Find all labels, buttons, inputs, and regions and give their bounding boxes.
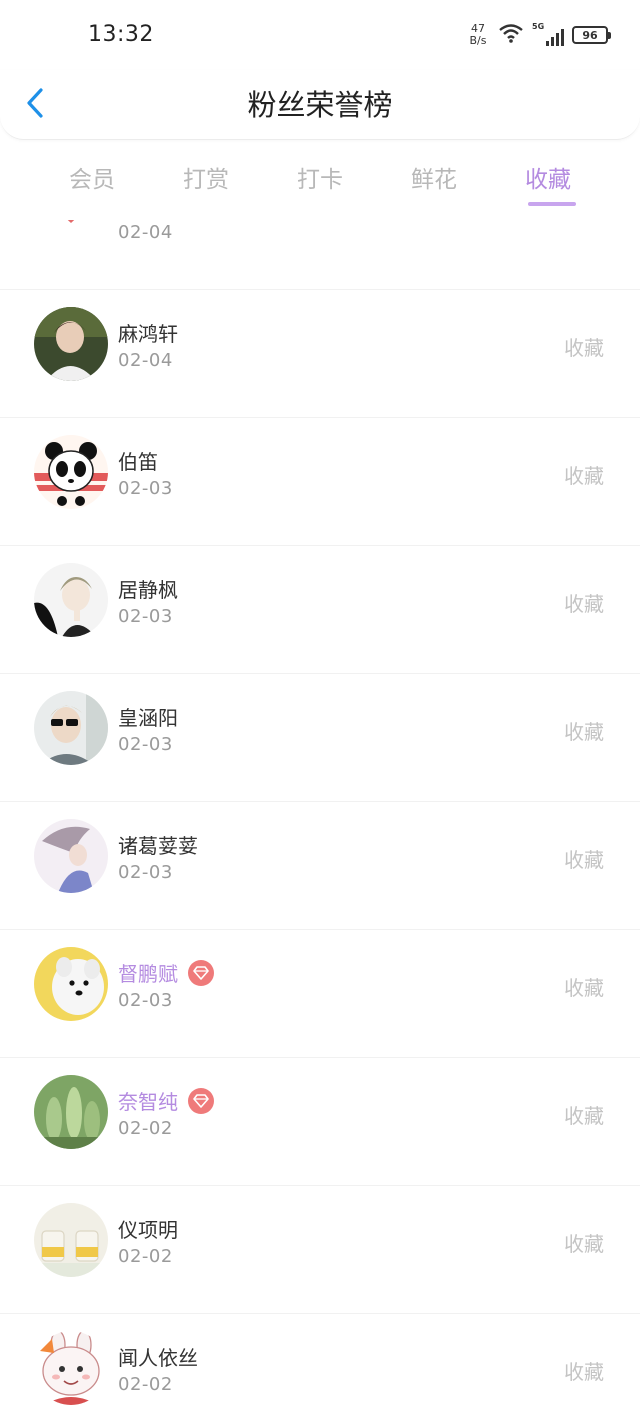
favorite-action[interactable]: 收藏 [564,460,604,489]
avatar [34,1203,108,1277]
battery-icon: 96 [572,26,611,44]
status-time: 13:32 [88,22,154,47]
list-item-name: 伯笛 [118,446,158,475]
avatar [34,563,108,637]
list-item-name: 麻鸿轩 [118,318,178,347]
avatar [34,947,108,1021]
diamond-icon [188,959,214,986]
tab-favorites-label: 收藏 [525,167,571,193]
fan-list[interactable]: 02-04 麻鸿轩 02-04 收藏 伯笛 02-03 收藏 居静枫 02-03… [0,220,640,1422]
tab-checkin[interactable]: 打卡 [275,160,365,194]
avatar [34,819,108,893]
name-text: 伯笛 [118,450,158,474]
name-text: 仪项明 [118,1218,178,1242]
list-item-date: 02-04 [118,222,173,243]
name-text: 督鹏赋 [118,962,178,986]
list-item[interactable]: 皇涵阳 02-03 收藏 [0,674,640,802]
list-item-name: 皇涵阳 [118,702,178,731]
favorite-action[interactable]: 收藏 [564,1356,604,1385]
favorite-action[interactable]: 收藏 [564,844,604,873]
avatar [34,220,108,253]
status-icons: 47 B/s 5G 96 [466,20,611,50]
list-item[interactable]: 奈智纯 02-02 收藏 [0,1058,640,1186]
tab-flowers[interactable]: 鲜花 [389,160,479,194]
tab-tips[interactable]: 打赏 [161,160,251,194]
list-item[interactable]: 居静枫 02-03 收藏 [0,546,640,674]
battery-level: 96 [582,28,598,42]
cellular-signal-icon: 5G [532,22,564,46]
list-item-date: 02-02 [118,1118,173,1139]
favorite-action[interactable]: 收藏 [564,588,604,617]
list-item-date: 02-02 [118,1374,173,1395]
list-item[interactable]: 闻人依丝 02-02 收藏 [0,1314,640,1422]
list-item-date: 02-03 [118,862,173,883]
list-item-date: 02-03 [118,990,173,1011]
name-text: 皇涵阳 [118,706,178,730]
list-item-date: 02-04 [118,350,173,371]
net-speed-unit: B/s [469,34,487,47]
name-text: 麻鸿轩 [118,322,178,346]
wifi-icon [498,23,524,47]
tab-members[interactable]: 会员 [47,160,137,194]
name-text: 居静枫 [118,578,178,602]
favorite-action[interactable]: 收藏 [564,1228,604,1257]
signal-label: 5G [532,22,545,31]
list-item-date: 02-03 [118,606,173,627]
list-item[interactable]: 诸葛荽荽 02-03 收藏 [0,802,640,930]
tab-bar: 会员 打赏 打卡 鲜花 收藏 [0,150,640,210]
list-item[interactable]: 02-04 [0,220,640,290]
active-tab-indicator [528,202,576,206]
favorite-action[interactable]: 收藏 [564,716,604,745]
diamond-icon [188,1087,214,1114]
net-speed: 47 B/s [466,23,490,47]
page-title: 粉丝荣誉榜 [247,88,393,122]
list-item-name: 居静枫 [118,574,178,603]
list-item-date: 02-03 [118,734,173,755]
list-item-name: 仪项明 [118,1214,178,1243]
app-header: 粉丝荣誉榜 [0,70,640,140]
favorite-action[interactable]: 收藏 [564,332,604,361]
avatar [34,307,108,381]
tab-favorites[interactable]: 收藏 [503,160,593,206]
name-text: 诸葛荽荽 [118,834,198,858]
name-text: 闻人依丝 [118,1346,198,1370]
favorite-action[interactable]: 收藏 [564,1100,604,1129]
favorite-action[interactable]: 收藏 [564,972,604,1001]
list-item-name: 督鹏赋 [118,958,214,987]
status-bar: 13:32 47 B/s 5G 96 [0,0,640,70]
avatar [34,435,108,509]
list-item-name: 奈智纯 [118,1086,214,1115]
list-item[interactable]: 督鹏赋 02-03 收藏 [0,930,640,1058]
list-item[interactable]: 伯笛 02-03 收藏 [0,418,640,546]
avatar [34,691,108,765]
list-item-name: 诸葛荽荽 [118,830,198,859]
list-item-date: 02-03 [118,478,173,499]
avatar [34,1075,108,1149]
list-item[interactable]: 仪项明 02-02 收藏 [0,1186,640,1314]
list-item[interactable]: 麻鸿轩 02-04 收藏 [0,290,640,418]
list-item-name: 闻人依丝 [118,1342,198,1371]
list-item-date: 02-02 [118,1246,173,1267]
avatar [34,1331,108,1405]
name-text: 奈智纯 [118,1090,178,1114]
